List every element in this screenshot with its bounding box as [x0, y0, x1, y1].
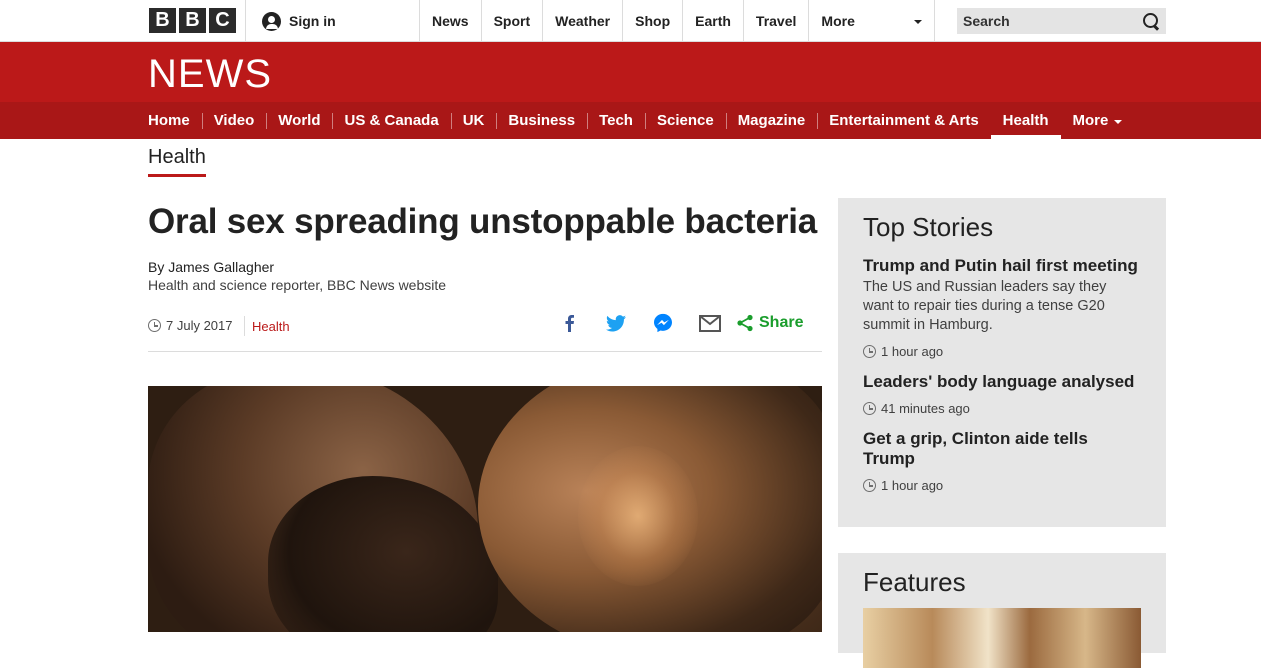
- twitter-icon: [606, 314, 626, 331]
- chevron-down-icon: [1114, 119, 1123, 124]
- top-nav-more-label: More: [821, 13, 855, 29]
- top-story-title[interactable]: Get a grip, Clinton aide tells Trump: [863, 429, 1141, 469]
- top-story-time: 41 minutes ago: [863, 401, 1141, 416]
- clock-icon: [148, 319, 161, 332]
- facebook-share-button[interactable]: [558, 312, 580, 334]
- news-nav-tech[interactable]: Tech: [587, 102, 645, 139]
- bbc-logo-letter: B: [149, 8, 176, 33]
- sign-in-link[interactable]: Sign in: [245, 0, 419, 42]
- news-nav: Home Video World US & Canada UK Business…: [0, 102, 1261, 139]
- article-date-text: 7 July 2017: [166, 318, 233, 333]
- features-heading: Features: [863, 567, 966, 597]
- top-story-time: 1 hour ago: [863, 344, 1141, 359]
- news-nav-business[interactable]: Business: [496, 102, 587, 139]
- top-nav-travel[interactable]: Travel: [742, 0, 808, 42]
- article-category-link[interactable]: Health: [244, 316, 290, 336]
- feature-thumbnail[interactable]: [863, 608, 1141, 668]
- top-story-time: 1 hour ago: [863, 478, 1141, 493]
- news-nav-us-canada[interactable]: US & Canada: [332, 102, 450, 139]
- top-story-item[interactable]: Trump and Putin hail first meeting The U…: [863, 256, 1141, 359]
- top-story-time-text: 1 hour ago: [881, 344, 944, 359]
- share-icon: [737, 314, 753, 332]
- news-nav-home[interactable]: Home: [148, 102, 202, 139]
- news-nav-science[interactable]: Science: [644, 102, 726, 139]
- search-input[interactable]: Search: [957, 8, 1166, 34]
- news-nav-uk[interactable]: UK: [450, 102, 497, 139]
- top-nav-earth[interactable]: Earth: [682, 0, 743, 42]
- share-tools: Share: [558, 312, 803, 334]
- news-nav-health[interactable]: Health: [990, 102, 1061, 139]
- top-story-title[interactable]: Leaders' body language analysed: [863, 372, 1141, 392]
- features-panel: Features: [838, 553, 1166, 668]
- news-nav-video[interactable]: Video: [201, 102, 267, 139]
- chevron-down-icon: [914, 20, 923, 24]
- top-stories-panel: Top Stories Trump and Putin hail first m…: [838, 198, 1166, 527]
- news-nav-world[interactable]: World: [266, 102, 332, 139]
- article-image: [148, 386, 822, 632]
- sign-in-label: Sign in: [289, 13, 336, 29]
- top-nav-shop[interactable]: Shop: [622, 0, 682, 42]
- author-role: Health and science reporter, BBC News we…: [148, 277, 447, 293]
- top-story-item[interactable]: Get a grip, Clinton aide tells Trump 1 h…: [863, 429, 1141, 493]
- news-logo[interactable]: NEWS: [148, 52, 272, 97]
- bbc-logo-letter: C: [209, 8, 236, 33]
- section-title[interactable]: Health: [148, 146, 206, 177]
- top-story-time-text: 41 minutes ago: [881, 401, 970, 416]
- twitter-share-button[interactable]: [605, 312, 627, 334]
- messenger-share-button[interactable]: [652, 312, 674, 334]
- top-stories-heading: Top Stories: [863, 212, 994, 242]
- news-nav-magazine[interactable]: Magazine: [725, 102, 818, 139]
- facebook-icon: [565, 315, 574, 332]
- bbc-logo-letter: B: [179, 8, 206, 33]
- user-icon: [262, 11, 281, 31]
- share-label: Share: [759, 314, 804, 331]
- top-bar: B B C Sign in News Sport Weather Shop Ea…: [0, 0, 1261, 42]
- top-nav-weather[interactable]: Weather: [542, 0, 622, 42]
- article-headline: Oral sex spreading unstoppable bacteria: [148, 202, 818, 241]
- news-nav-entertainment-arts[interactable]: Entertainment & Arts: [817, 102, 990, 139]
- top-story-time-text: 1 hour ago: [881, 478, 944, 493]
- top-story-summary: The US and Russian leaders say they want…: [863, 279, 1107, 333]
- top-nav-more-button[interactable]: More: [808, 0, 936, 42]
- clock-icon: [863, 345, 876, 358]
- article-date: 7 July 2017: [148, 318, 233, 333]
- top-nav-news[interactable]: News: [419, 0, 481, 42]
- clock-icon: [863, 402, 876, 415]
- article-byline: By James Gallagher: [148, 259, 275, 275]
- top-nav: News Sport Weather Shop Earth Travel Mor…: [419, 0, 936, 42]
- top-story-item[interactable]: Leaders' body language analysed 41 minut…: [863, 372, 1141, 416]
- news-nav-more-label: More: [1072, 112, 1109, 129]
- search-icon[interactable]: [1142, 12, 1160, 30]
- messenger-icon: [654, 313, 672, 333]
- news-nav-more-button[interactable]: More: [1061, 102, 1135, 139]
- image-detail: [578, 446, 698, 586]
- clock-icon: [863, 479, 876, 492]
- email-share-button[interactable]: [699, 312, 721, 334]
- article-meta: 7 July 2017 Health Share: [148, 313, 822, 352]
- share-button[interactable]: Share: [736, 314, 803, 332]
- top-nav-sport[interactable]: Sport: [480, 0, 543, 42]
- news-banner: NEWS: [0, 42, 1261, 102]
- search-placeholder: Search: [963, 13, 1010, 29]
- bbc-logo[interactable]: B B C: [149, 8, 236, 33]
- email-icon: [699, 314, 721, 332]
- top-story-title[interactable]: Trump and Putin hail first meeting: [863, 256, 1141, 276]
